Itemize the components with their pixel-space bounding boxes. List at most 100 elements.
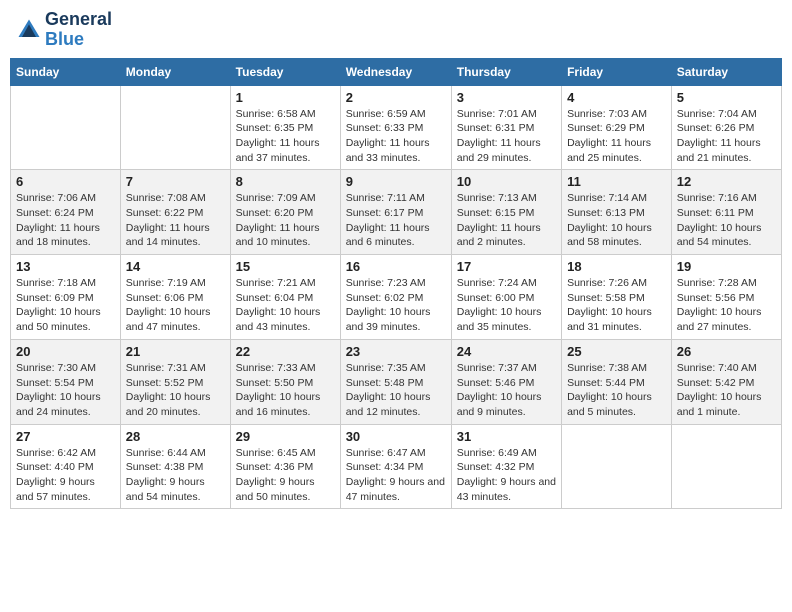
calendar-cell: 21 Sunrise: 7:31 AM Sunset: 5:52 PM Dayli… (120, 339, 230, 424)
day-number: 7 (126, 174, 225, 189)
day-info: Sunrise: 7:04 AM Sunset: 6:26 PM Dayligh… (677, 107, 776, 166)
day-number: 8 (236, 174, 335, 189)
day-info: Sunrise: 7:35 AM Sunset: 5:48 PM Dayligh… (346, 361, 446, 420)
day-number: 28 (126, 429, 225, 444)
logo: GeneralBlue (15, 10, 112, 50)
calendar-cell: 18Sunrise: 7:26 AM Sunset: 5:58 PM Dayli… (562, 255, 672, 340)
header-cell-wednesday: Wednesday (340, 58, 451, 85)
logo-icon (15, 16, 43, 44)
week-row-3: 13Sunrise: 7:18 AM Sunset: 6:09 PM Dayli… (11, 255, 782, 340)
day-info: Sunrise: 7:06 AM Sunset: 6:24 PM Dayligh… (16, 191, 115, 250)
day-info: Sunrise: 7:11 AM Sunset: 6:17 PM Dayligh… (346, 191, 446, 250)
calendar-cell: 17 Sunrise: 7:24 AM Sunset: 6:00 PM Dayli… (451, 255, 561, 340)
day-info: Sunrise: 7:30 AM Sunset: 5:54 PM Dayligh… (16, 361, 115, 420)
day-info: Sunrise: 7:14 AM Sunset: 6:13 PM Dayligh… (567, 191, 666, 250)
day-number: 21 (126, 344, 225, 359)
day-info: Sunrise: 7:01 AM Sunset: 6:31 PM Dayligh… (457, 107, 556, 166)
day-info: Sunrise: 7:13 AM Sunset: 6:15 PM Dayligh… (457, 191, 556, 250)
header-cell-tuesday: Tuesday (230, 58, 340, 85)
calendar-cell: 24 Sunrise: 7:37 AM Sunset: 5:46 PM Dayli… (451, 339, 561, 424)
calendar-cell (11, 85, 121, 170)
day-number: 27 (16, 429, 115, 444)
day-info: Sunrise: 7:03 AM Sunset: 6:29 PM Dayligh… (567, 107, 666, 166)
calendar-table: SundayMondayTuesdayWednesdayThursdayFrid… (10, 58, 782, 510)
logo-text-line1: GeneralBlue (45, 10, 112, 50)
calendar-cell: 14 Sunrise: 7:19 AM Sunset: 6:06 PM Dayli… (120, 255, 230, 340)
calendar-cell: 22Sunrise: 7:33 AM Sunset: 5:50 PM Dayli… (230, 339, 340, 424)
calendar-cell: 31 Sunrise: 6:49 AM Sunset: 4:32 PM Dayli… (451, 424, 561, 509)
day-info: Sunrise: 7:26 AM Sunset: 5:58 PM Dayligh… (567, 276, 666, 335)
calendar-cell: 27 Sunrise: 6:42 AM Sunset: 4:40 PM Dayli… (11, 424, 121, 509)
calendar-cell: 26 Sunrise: 7:40 AM Sunset: 5:42 PM Dayli… (671, 339, 781, 424)
day-info: Sunrise: 7:16 AM Sunset: 6:11 PM Dayligh… (677, 191, 776, 250)
day-number: 30 (346, 429, 446, 444)
calendar-cell: 30 Sunrise: 6:47 AM Sunset: 4:34 PM Dayli… (340, 424, 451, 509)
day-info: Sunrise: 7:37 AM Sunset: 5:46 PM Dayligh… (457, 361, 556, 420)
day-number: 17 (457, 259, 556, 274)
day-number: 5 (677, 90, 776, 105)
day-number: 14 (126, 259, 225, 274)
calendar-cell: 10 Sunrise: 7:13 AM Sunset: 6:15 PM Dayli… (451, 170, 561, 255)
calendar-cell: 7 Sunrise: 7:08 AM Sunset: 6:22 PM Daylig… (120, 170, 230, 255)
week-row-1: 1 Sunrise: 6:58 AM Sunset: 6:35 PM Daylig… (11, 85, 782, 170)
day-number: 4 (567, 90, 666, 105)
calendar-cell: 11 Sunrise: 7:14 AM Sunset: 6:13 PM Dayli… (562, 170, 672, 255)
calendar-cell: 5 Sunrise: 7:04 AM Sunset: 6:26 PM Daylig… (671, 85, 781, 170)
day-info: Sunrise: 7:40 AM Sunset: 5:42 PM Dayligh… (677, 361, 776, 420)
day-number: 25 (567, 344, 666, 359)
page-header: GeneralBlue (10, 10, 782, 50)
day-info: Sunrise: 6:45 AM Sunset: 4:36 PM Dayligh… (236, 446, 335, 505)
week-row-2: 6Sunrise: 7:06 AM Sunset: 6:24 PM Daylig… (11, 170, 782, 255)
day-info: Sunrise: 6:44 AM Sunset: 4:38 PM Dayligh… (126, 446, 225, 505)
day-info: Sunrise: 6:49 AM Sunset: 4:32 PM Dayligh… (457, 446, 556, 505)
calendar-cell: 3Sunrise: 7:01 AM Sunset: 6:31 PM Daylig… (451, 85, 561, 170)
week-row-5: 27 Sunrise: 6:42 AM Sunset: 4:40 PM Dayli… (11, 424, 782, 509)
day-number: 26 (677, 344, 776, 359)
calendar-cell: 28 Sunrise: 6:44 AM Sunset: 4:38 PM Dayli… (120, 424, 230, 509)
day-number: 1 (236, 90, 335, 105)
day-number: 29 (236, 429, 335, 444)
day-number: 15 (236, 259, 335, 274)
calendar-cell: 20 Sunrise: 7:30 AM Sunset: 5:54 PM Dayli… (11, 339, 121, 424)
header-cell-sunday: Sunday (11, 58, 121, 85)
header-cell-thursday: Thursday (451, 58, 561, 85)
day-info: Sunrise: 7:23 AM Sunset: 6:02 PM Dayligh… (346, 276, 446, 335)
calendar-cell: 9Sunrise: 7:11 AM Sunset: 6:17 PM Daylig… (340, 170, 451, 255)
day-number: 11 (567, 174, 666, 189)
header-cell-saturday: Saturday (671, 58, 781, 85)
calendar-cell: 13Sunrise: 7:18 AM Sunset: 6:09 PM Dayli… (11, 255, 121, 340)
day-number: 20 (16, 344, 115, 359)
day-number: 19 (677, 259, 776, 274)
calendar-cell: 6Sunrise: 7:06 AM Sunset: 6:24 PM Daylig… (11, 170, 121, 255)
day-info: Sunrise: 7:38 AM Sunset: 5:44 PM Dayligh… (567, 361, 666, 420)
day-number: 24 (457, 344, 556, 359)
day-info: Sunrise: 7:08 AM Sunset: 6:22 PM Dayligh… (126, 191, 225, 250)
day-info: Sunrise: 7:24 AM Sunset: 6:00 PM Dayligh… (457, 276, 556, 335)
calendar-cell: 8 Sunrise: 7:09 AM Sunset: 6:20 PM Daylig… (230, 170, 340, 255)
calendar-cell: 25 Sunrise: 7:38 AM Sunset: 5:44 PM Dayli… (562, 339, 672, 424)
header-cell-friday: Friday (562, 58, 672, 85)
day-info: Sunrise: 7:31 AM Sunset: 5:52 PM Dayligh… (126, 361, 225, 420)
day-number: 2 (346, 90, 446, 105)
day-number: 13 (16, 259, 115, 274)
day-info: Sunrise: 6:42 AM Sunset: 4:40 PM Dayligh… (16, 446, 115, 505)
day-info: Sunrise: 7:28 AM Sunset: 5:56 PM Dayligh… (677, 276, 776, 335)
day-info: Sunrise: 6:58 AM Sunset: 6:35 PM Dayligh… (236, 107, 335, 166)
calendar-cell (671, 424, 781, 509)
calendar-cell: 23Sunrise: 7:35 AM Sunset: 5:48 PM Dayli… (340, 339, 451, 424)
calendar-cell: 2 Sunrise: 6:59 AM Sunset: 6:33 PM Daylig… (340, 85, 451, 170)
day-number: 31 (457, 429, 556, 444)
calendar-cell: 15 Sunrise: 7:21 AM Sunset: 6:04 PM Dayli… (230, 255, 340, 340)
calendar-cell: 19 Sunrise: 7:28 AM Sunset: 5:56 PM Dayli… (671, 255, 781, 340)
day-info: Sunrise: 7:21 AM Sunset: 6:04 PM Dayligh… (236, 276, 335, 335)
calendar-cell: 16Sunrise: 7:23 AM Sunset: 6:02 PM Dayli… (340, 255, 451, 340)
calendar-cell: 12Sunrise: 7:16 AM Sunset: 6:11 PM Dayli… (671, 170, 781, 255)
day-info: Sunrise: 7:19 AM Sunset: 6:06 PM Dayligh… (126, 276, 225, 335)
day-info: Sunrise: 6:59 AM Sunset: 6:33 PM Dayligh… (346, 107, 446, 166)
calendar-cell: 29 Sunrise: 6:45 AM Sunset: 4:36 PM Dayli… (230, 424, 340, 509)
day-info: Sunrise: 6:47 AM Sunset: 4:34 PM Dayligh… (346, 446, 446, 505)
day-number: 10 (457, 174, 556, 189)
calendar-cell: 4 Sunrise: 7:03 AM Sunset: 6:29 PM Daylig… (562, 85, 672, 170)
week-row-4: 20 Sunrise: 7:30 AM Sunset: 5:54 PM Dayli… (11, 339, 782, 424)
day-info: Sunrise: 7:09 AM Sunset: 6:20 PM Dayligh… (236, 191, 335, 250)
